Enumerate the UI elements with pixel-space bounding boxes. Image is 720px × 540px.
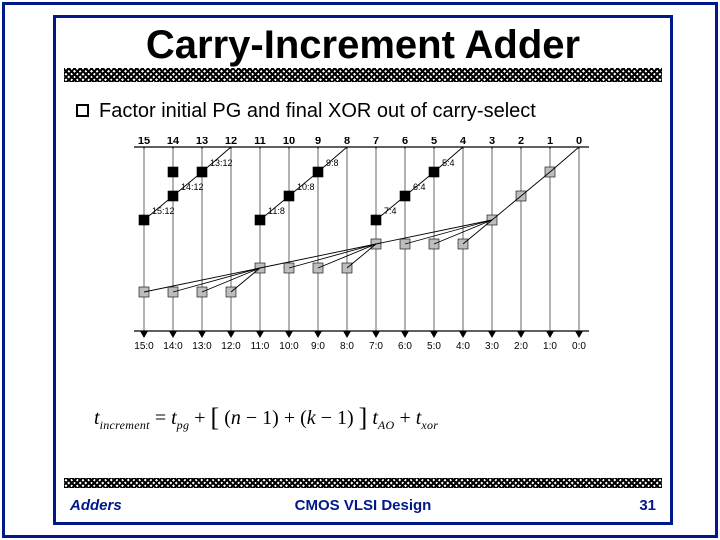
- svg-text:1: 1: [547, 137, 553, 147]
- footer-rule: [64, 478, 662, 488]
- svg-text:15:0: 15:0: [134, 341, 154, 352]
- svg-text:15: 15: [138, 137, 150, 147]
- svg-text:8:0: 8:0: [340, 341, 354, 352]
- eq-m1: − 1: [241, 407, 272, 429]
- svg-text:12: 12: [225, 137, 237, 147]
- eq-plus3: +: [399, 407, 415, 429]
- svg-text:14:0: 14:0: [163, 341, 183, 352]
- svg-text:6:4: 6:4: [413, 182, 426, 192]
- svg-text:3: 3: [489, 137, 495, 147]
- svg-text:0: 0: [576, 137, 582, 147]
- svg-text:13:0: 13:0: [192, 341, 212, 352]
- title-underline: [64, 68, 662, 82]
- svg-text:11: 11: [254, 137, 266, 147]
- eq-t3-sub: xor: [421, 418, 438, 432]
- svg-text:5: 5: [431, 137, 437, 147]
- svg-text:0:0: 0:0: [572, 341, 586, 352]
- eq-t1-sub: pg: [177, 418, 190, 432]
- eq-p1a: (: [224, 407, 231, 429]
- eq-sign: =: [155, 407, 171, 429]
- svg-text:13:12: 13:12: [210, 158, 233, 168]
- eq-plus1: +: [194, 407, 210, 429]
- eq-m2: − 1: [316, 407, 347, 429]
- svg-text:3:0: 3:0: [485, 341, 499, 352]
- footer: Adders CMOS VLSI Design 31: [64, 492, 662, 514]
- prefix-tree-svg: 151413121110987654321015:014:013:012:011…: [121, 137, 605, 391]
- svg-text:4:0: 4:0: [456, 341, 470, 352]
- svg-text:10:0: 10:0: [279, 341, 299, 352]
- svg-text:13: 13: [196, 137, 208, 147]
- eq-close-bracket: ]: [359, 403, 368, 432]
- eq-t2-sub: AO: [378, 418, 395, 432]
- svg-text:10: 10: [283, 137, 295, 147]
- eq-open-bracket: [: [211, 403, 220, 432]
- bullet-text: Factor initial PG and final XOR out of c…: [99, 100, 536, 122]
- outer-frame: Carry-Increment Adder Factor initial PG …: [2, 2, 718, 538]
- eq-p1b: ): [272, 407, 279, 429]
- eq-plus2: +: [284, 407, 300, 429]
- eq-p2a: (: [300, 407, 307, 429]
- svg-text:7:4: 7:4: [384, 206, 397, 216]
- svg-text:9:0: 9:0: [311, 341, 325, 352]
- svg-text:12:0: 12:0: [221, 341, 241, 352]
- bullet-line: Factor initial PG and final XOR out of c…: [76, 100, 662, 123]
- eq-n: n: [231, 407, 241, 429]
- svg-text:11:0: 11:0: [251, 341, 270, 352]
- eq-p2b: ): [347, 407, 354, 429]
- svg-text:1:0: 1:0: [543, 341, 557, 352]
- svg-text:6: 6: [402, 137, 408, 147]
- svg-text:5:0: 5:0: [427, 341, 441, 352]
- svg-text:9: 9: [315, 137, 321, 147]
- footer-center: CMOS VLSI Design: [64, 497, 662, 514]
- timing-equation: tincrement = tpg + [ (n − 1) + (k − 1) ]…: [94, 401, 670, 433]
- svg-text:4: 4: [460, 137, 467, 147]
- footer-right: 31: [639, 497, 656, 514]
- svg-text:2: 2: [518, 137, 524, 147]
- svg-text:8: 8: [344, 137, 350, 147]
- prefix-tree-figure: 151413121110987654321015:014:013:012:011…: [121, 137, 605, 391]
- inner-frame: Carry-Increment Adder Factor initial PG …: [53, 15, 673, 525]
- svg-text:14: 14: [167, 137, 180, 147]
- svg-text:2:0: 2:0: [514, 341, 528, 352]
- bullet-square-icon: [76, 104, 89, 117]
- eq-lhs-sub: increment: [100, 418, 150, 432]
- svg-text:6:0: 6:0: [398, 341, 412, 352]
- svg-text:7:0: 7:0: [369, 341, 383, 352]
- eq-k: k: [307, 407, 316, 429]
- slide-title: Carry-Increment Adder: [64, 24, 662, 66]
- svg-text:7: 7: [373, 137, 379, 147]
